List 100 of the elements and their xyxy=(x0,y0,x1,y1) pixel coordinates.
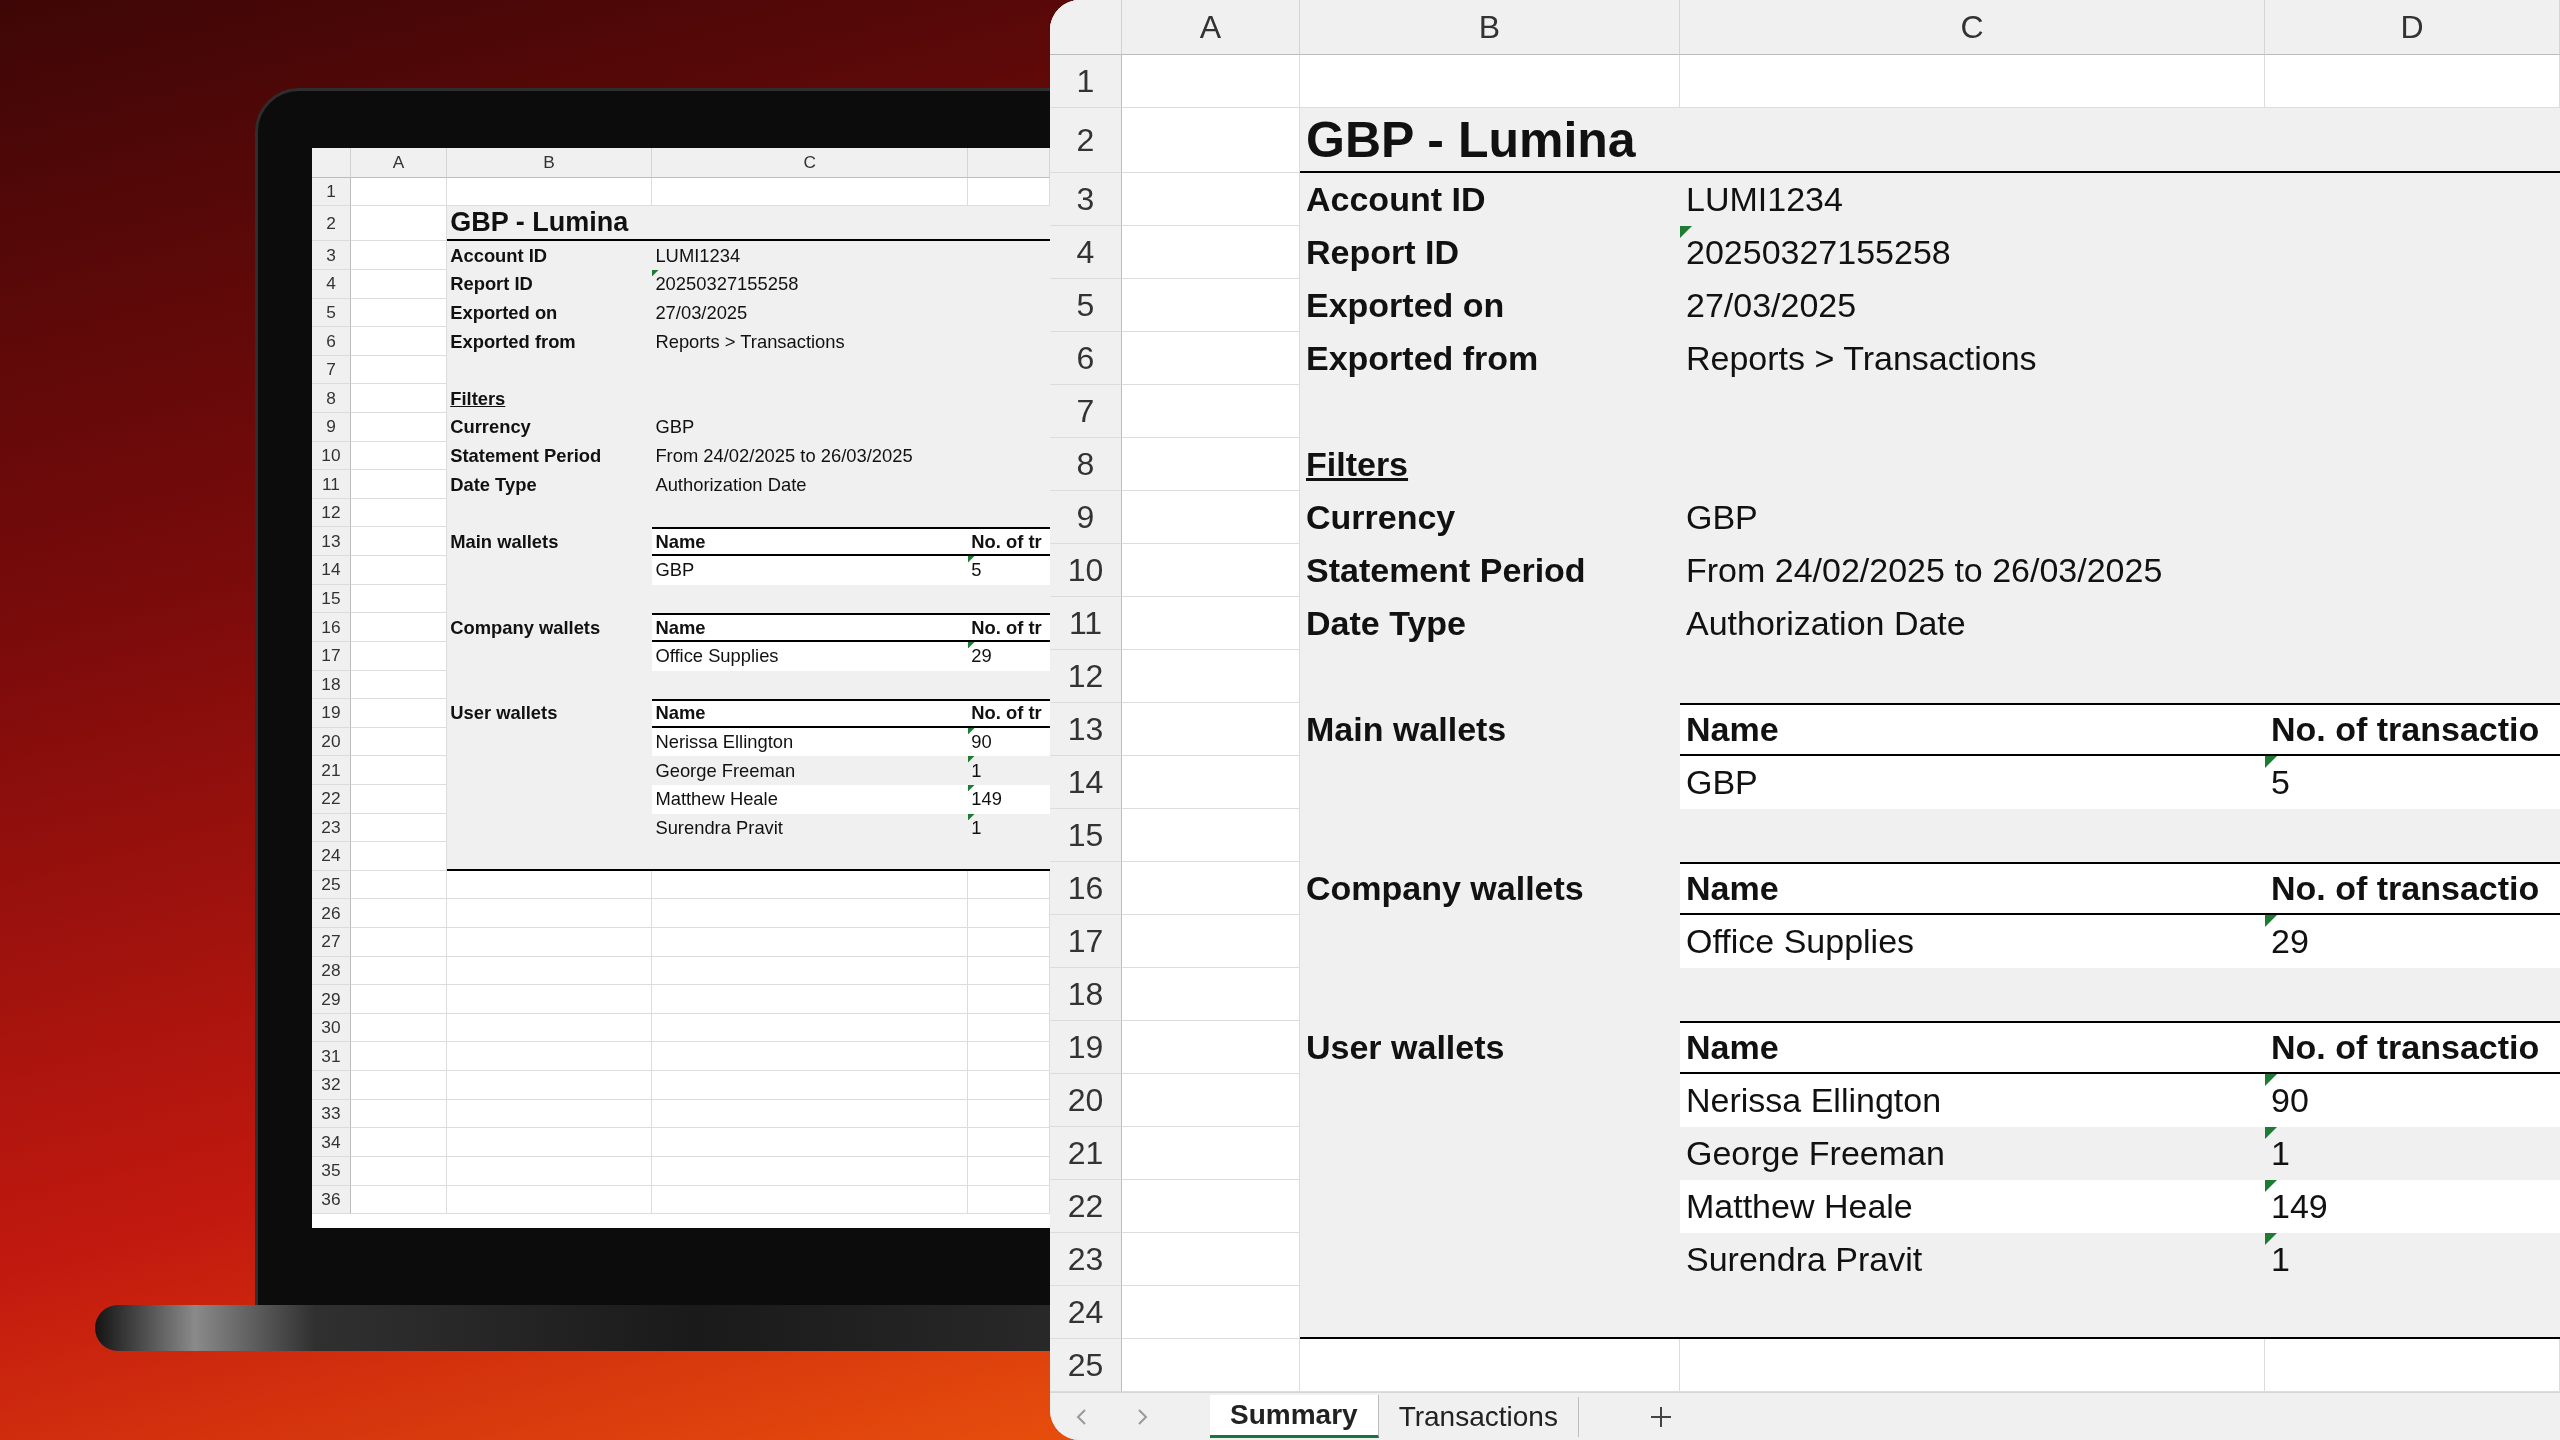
sheet-cell[interactable] xyxy=(350,870,447,900)
sheet-cell[interactable] xyxy=(350,641,447,671)
sheet-cell[interactable] xyxy=(447,899,653,928)
row-number[interactable]: 11 xyxy=(1050,597,1122,650)
sheet-cell[interactable] xyxy=(968,1013,1050,1043)
sheet-cell[interactable] xyxy=(1122,862,1300,915)
sheet-cell[interactable] xyxy=(350,756,447,785)
sheet-tab[interactable]: Summary xyxy=(1210,1395,1379,1438)
sheet-cell[interactable] xyxy=(652,985,969,1014)
sheet-cell[interactable] xyxy=(968,1128,1050,1157)
sheet-cell[interactable] xyxy=(447,1185,653,1215)
sheet-cell[interactable] xyxy=(968,1042,1050,1072)
sheet-cell[interactable] xyxy=(968,1156,1050,1186)
row-number[interactable]: 4 xyxy=(312,270,351,299)
sheet-cell[interactable] xyxy=(1122,226,1300,279)
row-number[interactable]: 14 xyxy=(312,556,351,585)
row-number[interactable]: 2 xyxy=(1050,108,1122,173)
sheet-cell[interactable] xyxy=(350,1156,447,1186)
sheet-cell[interactable] xyxy=(447,956,653,986)
sheet-cell[interactable] xyxy=(350,384,447,414)
row-number[interactable]: 25 xyxy=(1050,1339,1122,1392)
sheet-cell[interactable] xyxy=(350,556,447,585)
row-number[interactable]: 7 xyxy=(312,355,351,385)
sheet-cell[interactable] xyxy=(350,241,447,270)
sheet-cell[interactable] xyxy=(1122,438,1300,491)
sheet-cell[interactable] xyxy=(350,527,447,557)
row-number[interactable]: 28 xyxy=(312,956,351,986)
row-number[interactable]: 17 xyxy=(1050,915,1122,968)
sheet-cell[interactable] xyxy=(1122,1180,1300,1233)
row-number[interactable]: 10 xyxy=(312,441,351,471)
sheet-cell[interactable] xyxy=(1122,55,1300,108)
sheet-cell[interactable] xyxy=(350,956,447,986)
row-number[interactable]: 30 xyxy=(312,1013,351,1043)
row-number[interactable]: 23 xyxy=(312,813,351,843)
sheet-cell[interactable] xyxy=(350,206,447,242)
sheet-cell[interactable] xyxy=(1122,756,1300,809)
row-number[interactable]: 2 xyxy=(312,206,351,242)
sheet-cell[interactable] xyxy=(350,327,447,356)
sheet-cell[interactable] xyxy=(968,985,1050,1014)
row-number[interactable]: 33 xyxy=(312,1099,351,1129)
sheet-cell[interactable] xyxy=(350,1185,447,1215)
sheet-cell[interactable] xyxy=(1122,173,1300,226)
row-number[interactable]: 22 xyxy=(1050,1180,1122,1233)
row-number[interactable]: 9 xyxy=(312,413,351,442)
row-number[interactable]: 21 xyxy=(1050,1127,1122,1180)
column-header[interactable]: D xyxy=(2265,0,2560,55)
sheet-cell[interactable] xyxy=(1122,108,1300,173)
sheet-cell[interactable] xyxy=(968,1099,1050,1129)
sheet-cell[interactable] xyxy=(350,298,447,328)
sheet-cell[interactable] xyxy=(652,1099,969,1129)
row-number[interactable]: 13 xyxy=(1050,703,1122,756)
sheet-cell[interactable] xyxy=(1300,55,1680,108)
row-number[interactable]: 26 xyxy=(312,899,351,928)
row-number[interactable]: 23 xyxy=(1050,1233,1122,1286)
column-header[interactable] xyxy=(968,148,1050,178)
sheet-cell[interactable] xyxy=(968,928,1050,957)
sheet-cell[interactable] xyxy=(350,670,447,700)
sheet-cell[interactable] xyxy=(447,177,653,207)
row-number[interactable]: 15 xyxy=(1050,809,1122,862)
row-number[interactable]: 1 xyxy=(1050,55,1122,108)
row-number[interactable]: 17 xyxy=(312,641,351,671)
row-number[interactable]: 29 xyxy=(312,985,351,1014)
sheet-cell[interactable] xyxy=(350,177,447,207)
sheet-cell[interactable] xyxy=(350,842,447,871)
sheet-cell[interactable] xyxy=(350,813,447,843)
sheet-cell[interactable] xyxy=(350,355,447,385)
sheet-cell[interactable] xyxy=(1122,1021,1300,1074)
row-number[interactable]: 21 xyxy=(312,756,351,785)
sheet-cell[interactable] xyxy=(1122,809,1300,862)
row-number[interactable]: 24 xyxy=(1050,1286,1122,1339)
sheet-cell[interactable] xyxy=(1122,1074,1300,1127)
row-number[interactable]: 34 xyxy=(312,1128,351,1157)
sheet-cell[interactable] xyxy=(1122,544,1300,597)
sheet-cell[interactable] xyxy=(447,1099,653,1129)
sheet-cell[interactable] xyxy=(652,870,969,900)
row-number[interactable]: 8 xyxy=(312,384,351,414)
row-number[interactable]: 15 xyxy=(312,584,351,614)
sheet-cell[interactable] xyxy=(1122,491,1300,544)
sheet-cell[interactable] xyxy=(652,928,969,957)
sheet-cell[interactable] xyxy=(1122,597,1300,650)
column-header[interactable]: A xyxy=(350,148,447,178)
sheet-cell[interactable] xyxy=(1122,1127,1300,1180)
row-number[interactable]: 16 xyxy=(1050,862,1122,915)
row-number[interactable]: 9 xyxy=(1050,491,1122,544)
row-number[interactable]: 12 xyxy=(1050,650,1122,703)
row-number[interactable]: 22 xyxy=(312,784,351,814)
sheet-cell[interactable] xyxy=(1122,1233,1300,1286)
sheet-cell[interactable] xyxy=(652,1128,969,1157)
sheet-cell[interactable] xyxy=(350,985,447,1014)
sheet-cell[interactable] xyxy=(350,1071,447,1100)
sheet-tab[interactable]: Transactions xyxy=(1378,1396,1579,1437)
sheet-cell[interactable] xyxy=(447,985,653,1014)
sheet-cell[interactable] xyxy=(350,270,447,299)
row-number[interactable]: 25 xyxy=(312,870,351,900)
row-number[interactable]: 11 xyxy=(312,470,351,499)
sheet-cell[interactable] xyxy=(350,1042,447,1072)
row-number[interactable]: 4 xyxy=(1050,226,1122,279)
row-number[interactable]: 18 xyxy=(1050,968,1122,1021)
sheet-cell[interactable] xyxy=(1680,55,2265,108)
sheet-cell[interactable] xyxy=(350,498,447,528)
